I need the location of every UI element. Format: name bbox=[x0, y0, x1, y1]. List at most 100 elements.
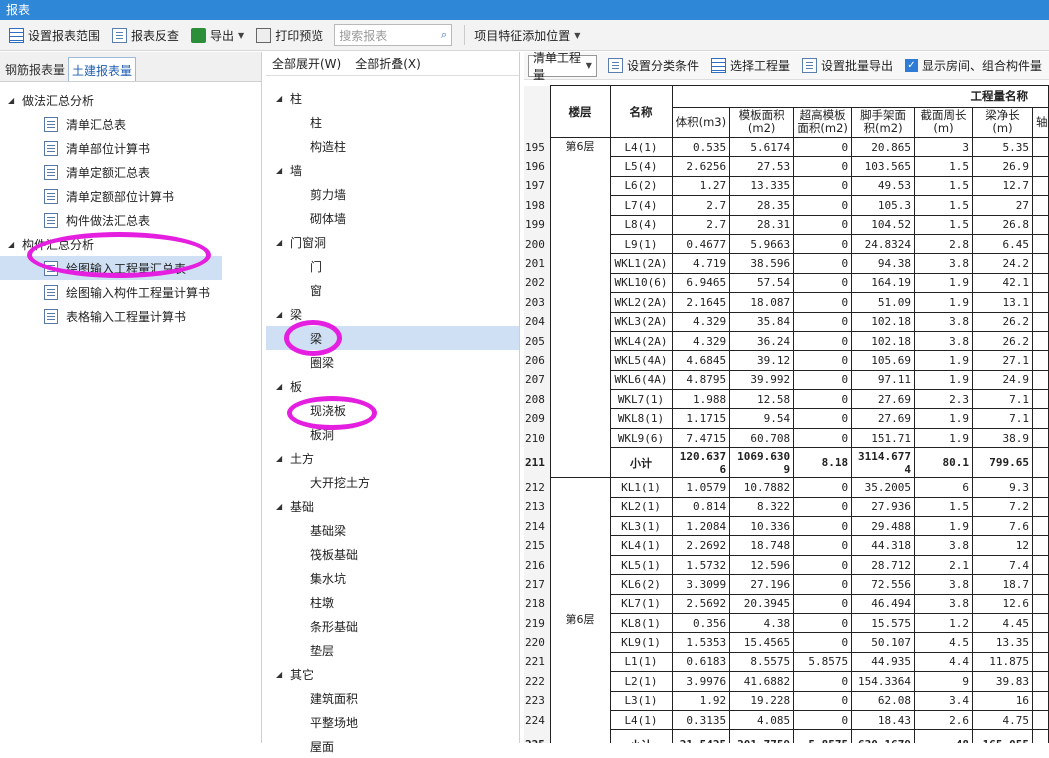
component-item[interactable]: 集水坑 bbox=[266, 566, 519, 590]
component-item[interactable]: 砌体墙 bbox=[266, 206, 519, 230]
subtotal-cell: 201.7759 bbox=[729, 729, 795, 743]
tab-civil-report[interactable]: 土建报表量 bbox=[68, 57, 137, 81]
component-item[interactable]: 构造柱 bbox=[266, 134, 519, 158]
collapse-all-button[interactable]: 全部折叠(X) bbox=[355, 55, 421, 72]
quantity-table-container[interactable]: 楼层 名称 工程量名称 体积(m3) 模板面积(m2) 超高模板面积(m2) 脚手架面… bbox=[524, 85, 1049, 743]
table-row[interactable]: 195 第6层 L4(1) 0.535 5.6174 0 20.865 3 5.35 bbox=[524, 136, 1049, 479]
component-item[interactable]: 筏板基础 bbox=[266, 542, 519, 566]
col-header-quantity-group: 工程量名称 bbox=[671, 85, 1049, 108]
report-item[interactable]: 构件做法汇总表 bbox=[0, 208, 261, 232]
component-group[interactable]: ◢ 墙 bbox=[266, 158, 519, 182]
component-group[interactable]: ◢ 土方 bbox=[266, 446, 519, 470]
component-item[interactable]: 建筑面积 bbox=[266, 686, 519, 710]
batch-export-button[interactable]: 设置批量导出 bbox=[797, 54, 898, 78]
expand-all-button[interactable]: 全部展开(W) bbox=[272, 55, 341, 72]
report-item[interactable]: 清单汇总表 bbox=[0, 112, 261, 136]
set-condition-button[interactable]: 设置分类条件 bbox=[603, 54, 704, 78]
quantity-cell: 0 bbox=[793, 330, 853, 352]
expand-triangle-icon[interactable]: ◢ bbox=[276, 670, 290, 679]
search-icon[interactable]: ⌕ bbox=[441, 28, 447, 42]
col-header-floor: 楼层 bbox=[549, 85, 611, 138]
component-item[interactable]: 剪力墙 bbox=[266, 182, 519, 206]
component-item[interactable]: 柱墩 bbox=[266, 590, 519, 614]
tab-rebar-report[interactable]: 钢筋报表量 bbox=[2, 57, 68, 81]
expand-triangle-icon[interactable]: ◢ bbox=[8, 96, 22, 105]
report-item[interactable]: 表格输入工程量计算书 bbox=[0, 304, 261, 328]
expand-triangle-icon[interactable]: ◢ bbox=[276, 310, 290, 319]
expand-triangle-icon[interactable]: ◢ bbox=[8, 240, 22, 249]
expand-triangle-icon[interactable]: ◢ bbox=[276, 166, 290, 175]
quantity-cell: 3.4 bbox=[913, 690, 973, 711]
expand-triangle-icon[interactable]: ◢ bbox=[276, 382, 290, 391]
component-item[interactable]: 条形基础 bbox=[266, 614, 519, 638]
component-name-cell: L4(1) bbox=[609, 136, 673, 158]
component-item[interactable]: 大开挖土方 bbox=[266, 470, 519, 494]
export-icon bbox=[191, 27, 207, 43]
component-item[interactable]: 基础梁 bbox=[266, 518, 519, 542]
component-item[interactable]: 门 bbox=[266, 254, 519, 278]
report-check-button[interactable]: 报表反查 bbox=[107, 23, 184, 47]
component-group-label: 梁 bbox=[290, 307, 303, 322]
component-group[interactable]: ◢ 其它 bbox=[266, 662, 519, 686]
row-header-corner bbox=[524, 85, 551, 138]
quantity-cell: 27.69 bbox=[851, 408, 915, 429]
quantity-cell: 12.7 bbox=[971, 175, 1033, 197]
expand-triangle-icon[interactable]: ◢ bbox=[276, 502, 290, 511]
report-item-selected[interactable]: 绘图输入工程量汇总表 bbox=[0, 256, 222, 280]
report-item[interactable]: 清单定额部位计算书 bbox=[0, 184, 261, 208]
quantity-cell: 24.2 bbox=[971, 253, 1033, 274]
report-item[interactable]: 清单部位计算书 bbox=[0, 136, 261, 160]
component-name-cell: KL9(1) bbox=[609, 632, 673, 653]
quantity-cell: 36.24 bbox=[729, 330, 795, 352]
component-item-selected[interactable]: 梁 bbox=[266, 326, 519, 350]
component-item[interactable]: 板洞 bbox=[266, 422, 519, 446]
report-search-input[interactable]: 搜索报表 ⌕ bbox=[334, 24, 453, 46]
quantity-cell: 0 bbox=[793, 175, 853, 197]
select-quantity-button[interactable]: 选择工程量 bbox=[706, 54, 795, 78]
component-item[interactable]: 平整场地 bbox=[266, 710, 519, 734]
table-row[interactable]: 212 第6层 KL1(1) 1.0579 10.7882 0 35.2005 6 9.3 bbox=[524, 477, 1049, 743]
export-button[interactable]: 导出 ▼ bbox=[186, 23, 249, 47]
quantity-cell bbox=[1031, 477, 1049, 498]
checkbox-checked-icon[interactable]: ✓ bbox=[904, 59, 918, 72]
component-group[interactable]: ◢ 板 bbox=[266, 374, 519, 398]
component-group-label: 其它 bbox=[290, 667, 315, 682]
quantity-cell bbox=[1031, 253, 1049, 274]
tree-group-method-summary[interactable]: ◢ 做法汇总分析 bbox=[0, 88, 261, 112]
component-group[interactable]: ◢ 基础 bbox=[266, 494, 519, 518]
show-rooms-checkbox[interactable]: ✓ 显示房间、组合构件量 bbox=[900, 54, 1047, 78]
set-range-button[interactable]: 设置报表范围 bbox=[4, 23, 105, 47]
report-item[interactable]: 清单定额汇总表 bbox=[0, 160, 261, 184]
subtotal-cell: 21.5425 bbox=[671, 729, 731, 743]
print-preview-button[interactable]: 打印预览 bbox=[251, 23, 328, 47]
component-item[interactable]: 现浇板 bbox=[266, 398, 519, 422]
quantity-cell: 0 bbox=[793, 574, 853, 595]
tree-group-component-summary[interactable]: ◢ 构件汇总分析 bbox=[0, 232, 261, 256]
quantity-cell: 1.5 bbox=[913, 195, 973, 216]
component-group[interactable]: ◢ 柱 bbox=[266, 86, 519, 110]
quantity-cell: 154.3364 bbox=[851, 671, 915, 692]
quantity-cell: 0 bbox=[793, 136, 853, 158]
quantity-cell: 2.6 bbox=[913, 709, 973, 731]
component-name-cell: L9(1) bbox=[609, 233, 673, 255]
report-item[interactable]: 绘图输入构件工程量计算书 bbox=[0, 280, 261, 304]
quantity-cell: 26.9 bbox=[971, 156, 1033, 177]
component-item[interactable]: 柱 bbox=[266, 110, 519, 134]
component-group[interactable]: ◢ 梁 bbox=[266, 302, 519, 326]
quantity-cell: 7.4 bbox=[971, 554, 1033, 576]
expand-triangle-icon[interactable]: ◢ bbox=[276, 94, 290, 103]
component-item[interactable]: 圈梁 bbox=[266, 350, 519, 374]
component-item[interactable]: 屋面 bbox=[266, 734, 519, 758]
quantity-cell: 13.1 bbox=[971, 292, 1033, 313]
component-item[interactable]: 垫层 bbox=[266, 638, 519, 662]
expand-triangle-icon[interactable]: ◢ bbox=[276, 454, 290, 463]
expand-triangle-icon[interactable]: ◢ bbox=[276, 238, 290, 247]
component-name-cell: L1(1) bbox=[609, 651, 673, 673]
component-group[interactable]: ◢ 门窗洞 bbox=[266, 230, 519, 254]
quantity-type-select[interactable]: 清单工程量 ▼ bbox=[528, 51, 597, 82]
quantity-cell: 164.19 bbox=[851, 272, 915, 294]
component-item[interactable]: 窗 bbox=[266, 278, 519, 302]
feature-position-dropdown[interactable]: 项目特征添加位置 ▼ bbox=[469, 23, 585, 47]
row-number: 201 bbox=[524, 253, 551, 274]
quantity-cell: 0 bbox=[793, 350, 853, 371]
